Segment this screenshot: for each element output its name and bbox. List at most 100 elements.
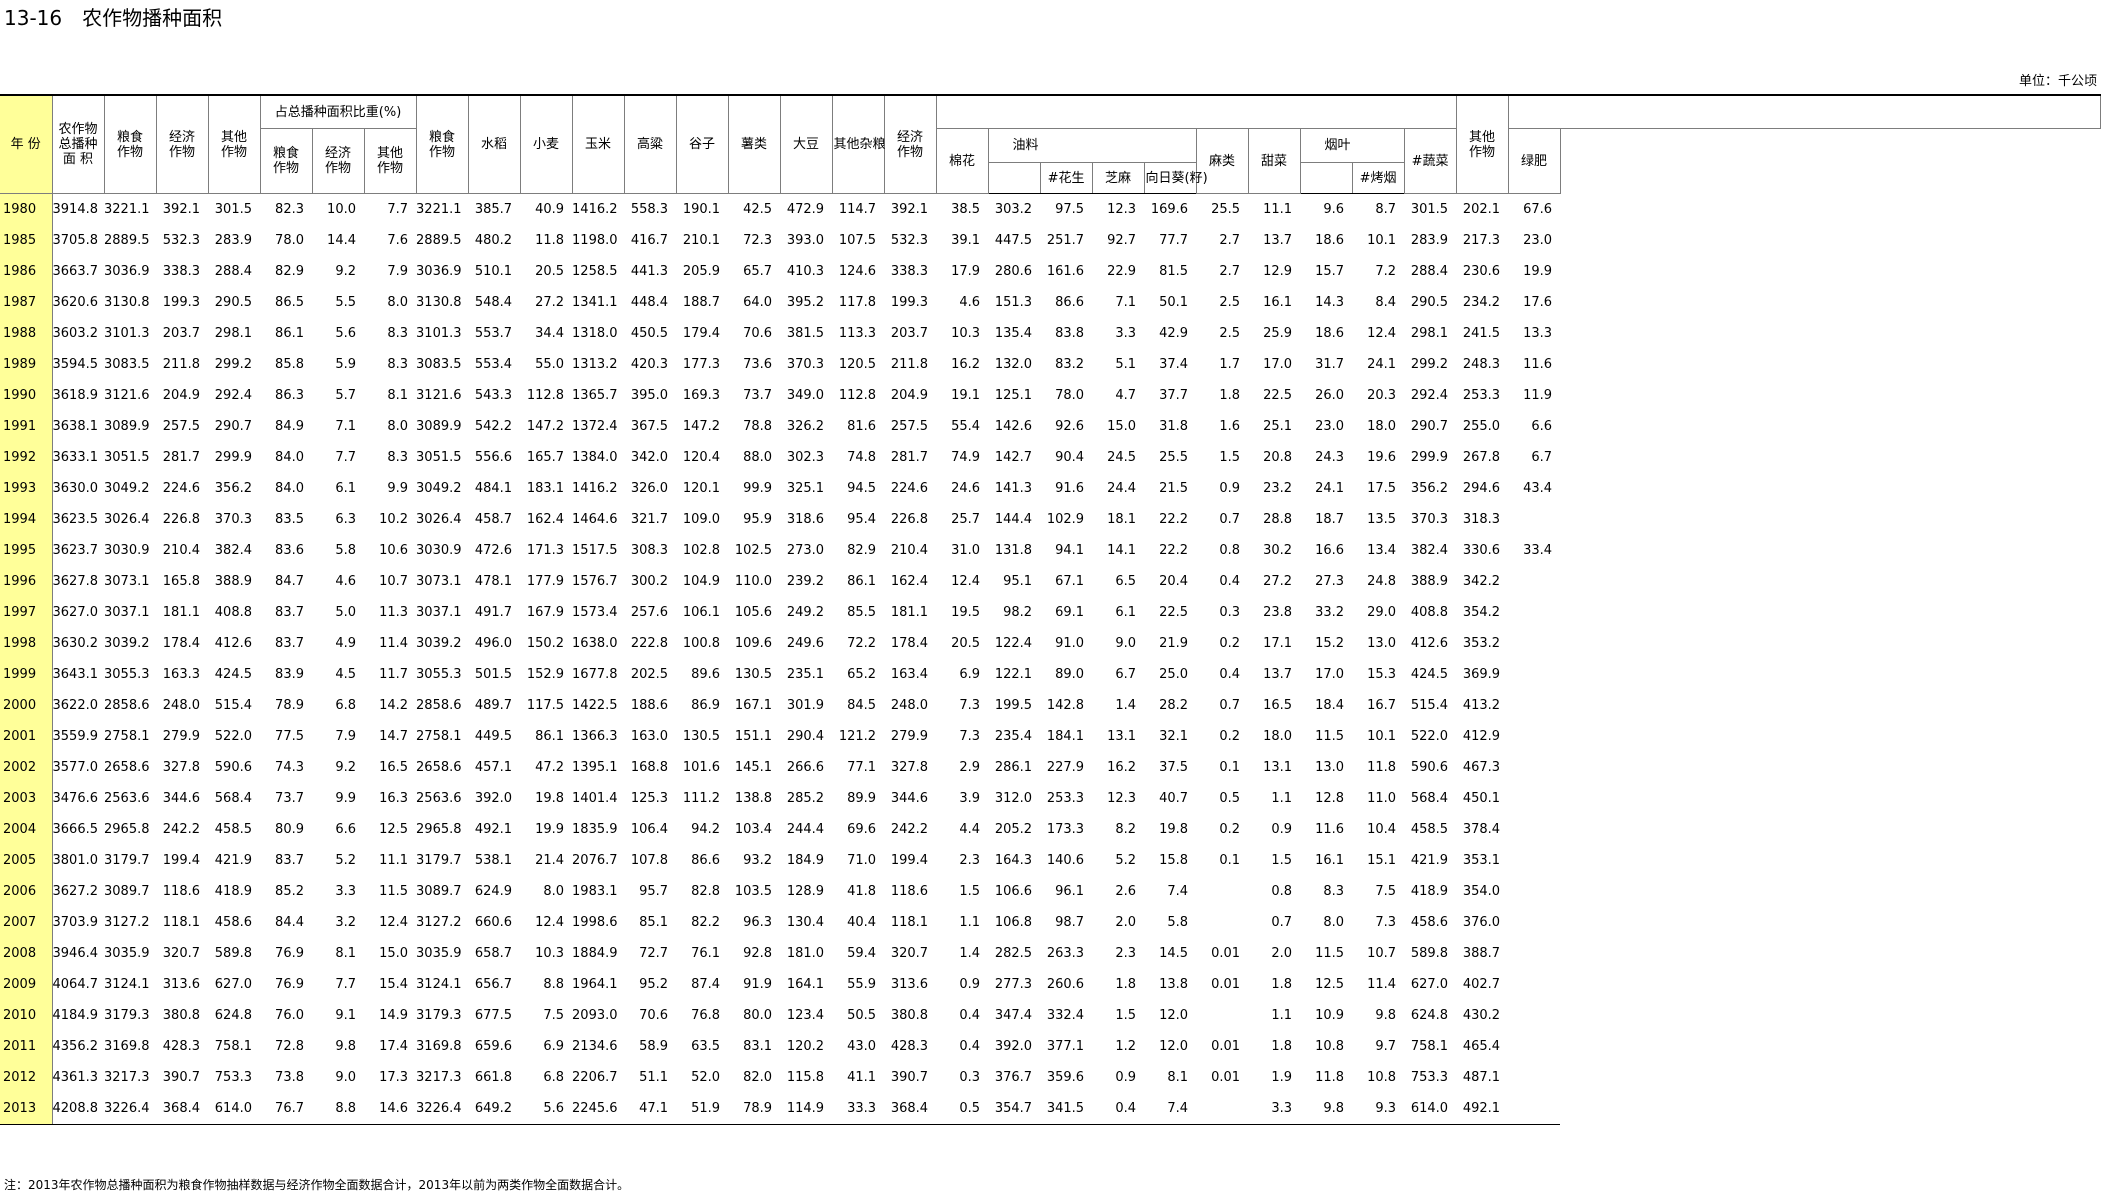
value-cell: 13.0 (1367, 636, 1397, 651)
value-cell: 3037.1 (416, 605, 462, 620)
value-cell: 1.5 (959, 884, 981, 899)
table-row: 1990 3618.9 3121.6 204.9 292.4 86.3 5.7 8.1 3121… (0, 380, 2101, 411)
value-cell: 1.4 (959, 946, 981, 961)
value-cell: 6.7 (1531, 450, 1553, 465)
value-cell: 86.1 (847, 574, 877, 589)
value-cell: 8.4 (1375, 295, 1397, 310)
value-cell: 171.3 (526, 543, 565, 558)
value-cell: 16.2 (1107, 760, 1137, 775)
value-cell: 24.1 (1367, 357, 1397, 372)
value-cell: 20.3 (1367, 388, 1397, 403)
value-cell: 76.9 (275, 946, 304, 961)
value-cell: 80.0 (743, 1008, 773, 1023)
table-container: 年 份 农作物 总播种 面 积 粮食 作物 经济 作物 其他 作物 占总播种面积… (0, 94, 2101, 1125)
value-cell: 8.3 (387, 326, 409, 341)
value-cell: 11.9 (1523, 388, 1553, 403)
crop-area-table: 年 份 农作物 总播种 面 积 粮食 作物 经济 作物 其他 作物 占总播种面积… (0, 94, 2101, 1125)
value-cell: 17.3 (379, 1070, 409, 1085)
value-cell: 624.9 (474, 884, 513, 899)
value-cell: 3083.5 (416, 357, 462, 372)
value-cell: 3036.9 (104, 264, 150, 279)
value-cell: 290.5 (1410, 295, 1449, 310)
value-cell: 2206.7 (572, 1070, 618, 1085)
value-cell: 17.0 (1315, 667, 1345, 682)
value-cell: 71.0 (847, 853, 877, 868)
value-cell: 199.3 (162, 295, 200, 310)
year-cell: 1991 (0, 411, 53, 442)
value-cell: 95.1 (1003, 574, 1033, 589)
value-cell: 3124.1 (104, 977, 150, 992)
value-cell: 263.3 (1046, 946, 1085, 961)
value-cell: 553.7 (474, 326, 513, 341)
value-cell: 3127.2 (104, 915, 150, 930)
value-cell: 7.3 (959, 698, 981, 713)
value-cell: 489.7 (474, 698, 513, 713)
value-cell: 33.4 (1523, 543, 1553, 558)
value-cell: 128.9 (786, 884, 825, 899)
value-cell: 3633.1 (52, 450, 99, 465)
value-cell: 1.1 (1271, 791, 1293, 806)
value-cell: 3049.2 (104, 481, 150, 496)
value-cell: 130.4 (786, 915, 825, 930)
value-cell: 92.8 (743, 946, 773, 961)
value-cell (1508, 1000, 1560, 1031)
value-cell: 318.6 (786, 512, 825, 527)
unit-label: 单位：千公顷 (2018, 74, 2097, 89)
value-cell: 14.3 (1315, 295, 1345, 310)
value-cell: 377.1 (1046, 1039, 1085, 1054)
value-cell: 1.5 (1271, 853, 1293, 868)
value-cell: 416.7 (630, 233, 669, 248)
value-cell: 3089.9 (416, 419, 462, 434)
value-cell: 1.9 (1271, 1070, 1293, 1085)
value-cell: 47.1 (624, 1093, 677, 1125)
value-cell: 184.1 (1046, 729, 1085, 744)
value-cell: 76.1 (691, 946, 721, 961)
value-cell: 1258.5 (572, 264, 618, 279)
value-cell: 253.3 (1046, 791, 1085, 806)
value-cell: 5.2 (335, 853, 356, 868)
value-cell: 1401.4 (572, 791, 618, 806)
value-cell: 0.8 (1271, 884, 1293, 899)
year-cell: 1989 (0, 349, 53, 380)
value-cell: 16.1 (1263, 295, 1293, 310)
value-cell: 627.0 (214, 977, 252, 992)
value-cell: 19.8 (535, 791, 565, 806)
value-cell: 138.8 (734, 791, 773, 806)
value-cell: 290.5 (214, 295, 252, 310)
value-cell: 114.7 (838, 202, 877, 217)
value-cell: 312.0 (994, 791, 1033, 806)
value-cell: 173.3 (1046, 822, 1085, 837)
value-cell: 1576.7 (572, 574, 618, 589)
value-cell: 273.0 (786, 543, 825, 558)
value-cell: 11.8 (1367, 760, 1397, 775)
value-cell: 5.0 (335, 605, 356, 620)
value-cell: 458.6 (214, 915, 252, 930)
value-cell: 392.0 (994, 1039, 1033, 1054)
value-cell: 542.2 (474, 419, 513, 434)
year-cell: 2013 (0, 1093, 53, 1125)
value-cell: 2.7 (1219, 264, 1241, 279)
value-cell: 3914.8 (52, 202, 99, 217)
value-cell: 2563.6 (416, 791, 462, 806)
value-cell: 0.01 (1211, 1070, 1241, 1085)
year-cell: 1998 (0, 628, 53, 659)
value-cell: 24.1 (1315, 481, 1345, 496)
value-cell: 313.6 (890, 977, 929, 992)
value-cell: 72.7 (639, 946, 669, 961)
value-cell: 5.9 (335, 357, 356, 372)
year-cell: 1990 (0, 380, 53, 411)
value-cell: 7.7 (335, 450, 356, 465)
value-cell: 0.9 (1271, 822, 1293, 837)
header-proportion-group: 占总播种面积比重(%) (260, 94, 417, 129)
value-cell: 23.8 (1263, 605, 1293, 620)
value-cell: 17.6 (1523, 295, 1553, 310)
value-cell: 17.9 (951, 264, 981, 279)
value-cell: 8.0 (543, 884, 565, 899)
value-cell: 2.5 (1219, 326, 1241, 341)
value-cell: 227.9 (1046, 760, 1085, 775)
value-cell: 162.4 (890, 574, 929, 589)
value-cell: 421.9 (1410, 853, 1449, 868)
value-cell (1196, 907, 1248, 938)
value-cell: 6.8 (335, 698, 356, 713)
value-cell: 7.5 (1375, 884, 1397, 899)
